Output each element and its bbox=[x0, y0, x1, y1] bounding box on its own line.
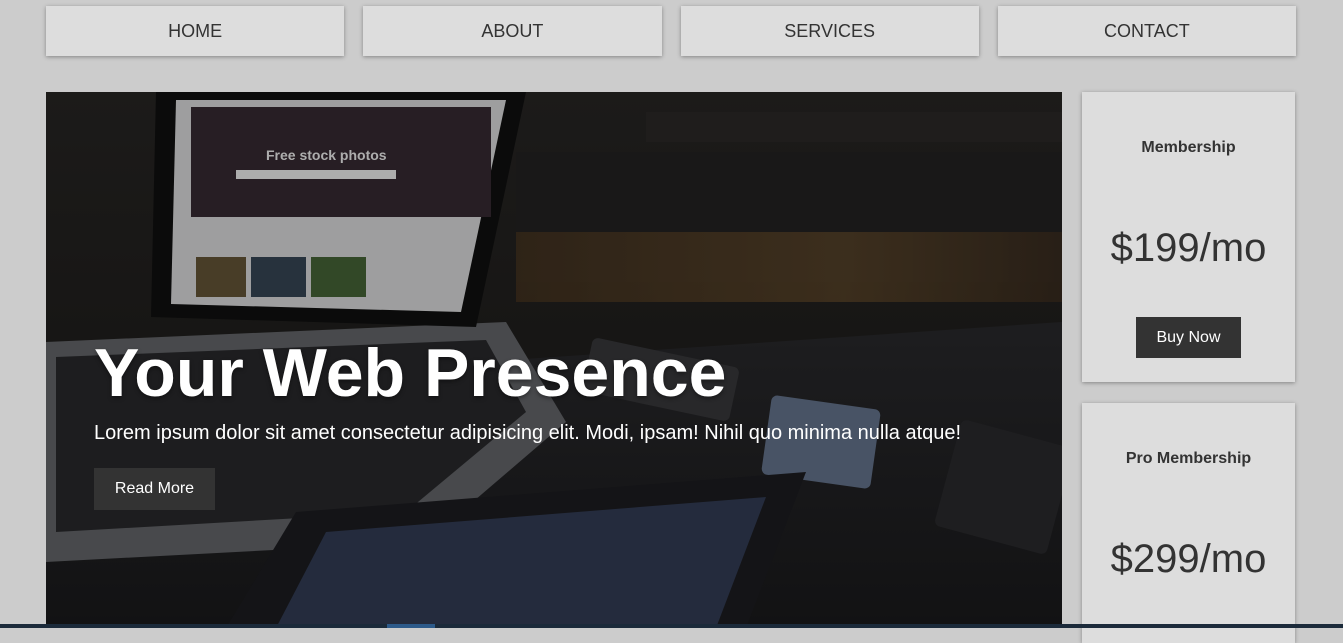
bottom-edge-bar bbox=[0, 624, 1343, 628]
pricing-card-price: $199/mo bbox=[1110, 226, 1267, 270]
pricing-card-pro-membership: Pro Membership $299/mo bbox=[1082, 403, 1295, 643]
bottom-edge-highlight bbox=[387, 624, 435, 628]
hero-title: Your Web Presence bbox=[94, 335, 727, 411]
pricing-card-title: Pro Membership bbox=[1125, 450, 1252, 467]
nav-home[interactable]: HOME bbox=[46, 6, 345, 56]
pricing-card-title: Membership bbox=[1141, 139, 1236, 156]
nav-contact[interactable]: CONTACT bbox=[997, 6, 1296, 56]
hero-description: Lorem ipsum dolor sit amet consectetur a… bbox=[94, 422, 962, 444]
nav-about[interactable]: ABOUT bbox=[363, 6, 662, 56]
pricing-card-membership: Membership $199/mo Buy Now bbox=[1082, 92, 1295, 382]
main-nav: HOME ABOUT SERVICES CONTACT bbox=[46, 6, 1296, 56]
hero-showcase: Free stock photos Your Web Presence Lore… bbox=[46, 92, 1062, 628]
read-more-button[interactable]: Read More bbox=[94, 468, 215, 510]
nav-services[interactable]: SERVICES bbox=[680, 6, 979, 56]
pricing-card-price: $299/mo bbox=[1110, 537, 1267, 581]
buy-now-button[interactable]: Buy Now bbox=[1136, 317, 1241, 358]
